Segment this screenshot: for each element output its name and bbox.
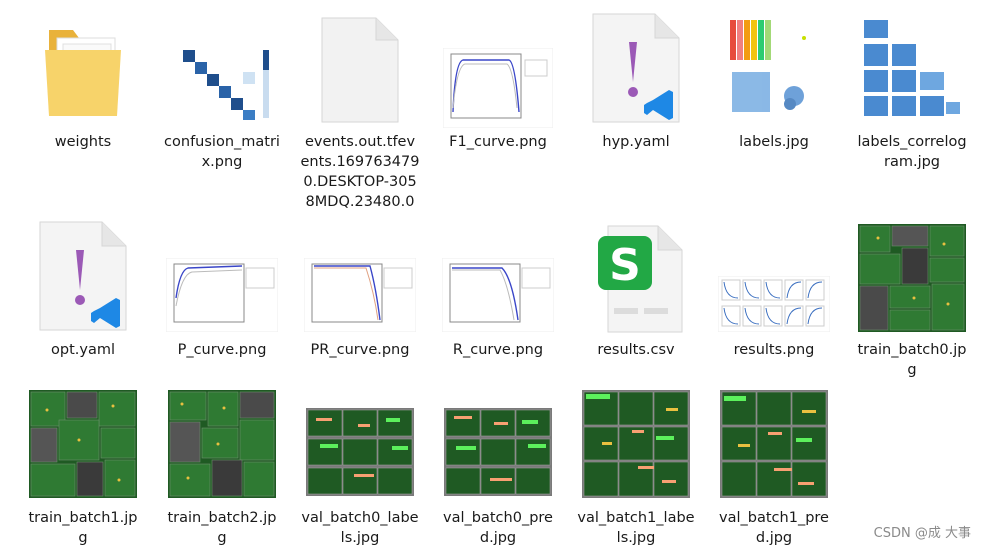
file-name: P_curve.png [177,342,267,358]
file-name: labels.jpg [739,134,809,150]
results-plot-thumbnail [718,276,830,332]
file-item-val-batch0-labels[interactable]: val_batch0_labe ls.jpg [298,388,422,548]
image-thumbnail [858,224,966,332]
file-item-labels-correlogram[interactable]: labels_correlog ram.jpg [850,10,974,180]
file-item-f1-curve[interactable]: F1_curve.png [436,10,560,180]
file-name: F1_curve.png [449,134,547,150]
file-name: val_batch1_labe ls.jpg [577,510,695,546]
curve-plot-thumbnail [442,258,554,332]
watermark-text: CSDN @成 大事 [873,526,971,541]
yaml-file-icon [39,221,127,331]
file-item-events[interactable]: events.out.tfev ents.169763479 0.DESKTOP… [298,10,422,220]
image-thumbnail [306,408,414,496]
file-name: PR_curve.png [310,342,410,358]
file-item-hyp-yaml[interactable]: hyp.yaml [574,10,698,180]
curve-plot-thumbnail [166,258,278,332]
file-name: results.png [733,342,815,358]
svg-text:S: S [609,240,641,291]
labels-plot-thumbnail [720,14,828,122]
file-name: val_batch0_pre d.jpg [443,510,553,546]
file-item-confusion-matrix[interactable]: confusion_matri x.png [160,10,284,180]
file-item-results-csv[interactable]: S results.csv [574,220,698,370]
blank-file-icon [321,17,399,123]
file-name: R_curve.png [452,342,544,358]
file-item-p-curve[interactable]: P_curve.png [160,220,284,370]
correlogram-thumbnail [858,14,966,122]
file-item-val-batch0-pred[interactable]: val_batch0_pre d.jpg [436,388,560,548]
file-item-r-curve[interactable]: R_curve.png [436,220,560,370]
file-name: events.out.tfev ents.169763479 0.DESKTOP… [300,134,420,210]
file-name: opt.yaml [51,342,115,358]
file-name: val_batch0_labe ls.jpg [301,510,419,546]
file-name: val_batch1_pre d.jpg [719,510,829,546]
file-name: confusion_matri x.png [164,134,280,170]
image-thumbnail [582,390,690,498]
file-item-labels[interactable]: labels.jpg [712,10,836,180]
file-item-train-batch0[interactable]: train_batch0.jp g [850,220,974,390]
file-item-train-batch1[interactable]: train_batch1.jp g [21,388,145,548]
file-item-pr-curve[interactable]: PR_curve.png [298,220,422,370]
folder-icon [45,30,121,116]
file-item-weights[interactable]: weights [21,10,145,180]
yaml-file-icon [592,13,680,123]
file-item-train-batch2[interactable]: train_batch2.jp g [160,388,284,548]
image-thumbnail [444,408,552,496]
image-thumbnail [29,390,137,498]
file-name: train_batch2.jp g [167,510,277,546]
file-name: results.csv [597,342,675,358]
file-name: hyp.yaml [602,134,670,150]
file-name: weights [54,134,112,150]
file-item-val-batch1-pred[interactable]: val_batch1_pre d.jpg [712,388,836,548]
file-item-opt-yaml[interactable]: opt.yaml [21,220,145,370]
csv-file-icon: S [598,225,683,333]
file-name: labels_correlog ram.jpg [857,134,967,170]
file-item-val-batch1-labels[interactable]: val_batch1_labe ls.jpg [574,388,698,548]
file-name: train_batch0.jp g [857,342,967,378]
file-item-results-png[interactable]: results.png [712,220,836,370]
image-thumbnail [720,390,828,498]
image-thumbnail [168,390,276,498]
file-name: train_batch1.jp g [28,510,138,546]
confusion-matrix-thumbnail [167,42,277,124]
curve-plot-thumbnail [443,48,553,128]
curve-plot-thumbnail [304,258,416,332]
